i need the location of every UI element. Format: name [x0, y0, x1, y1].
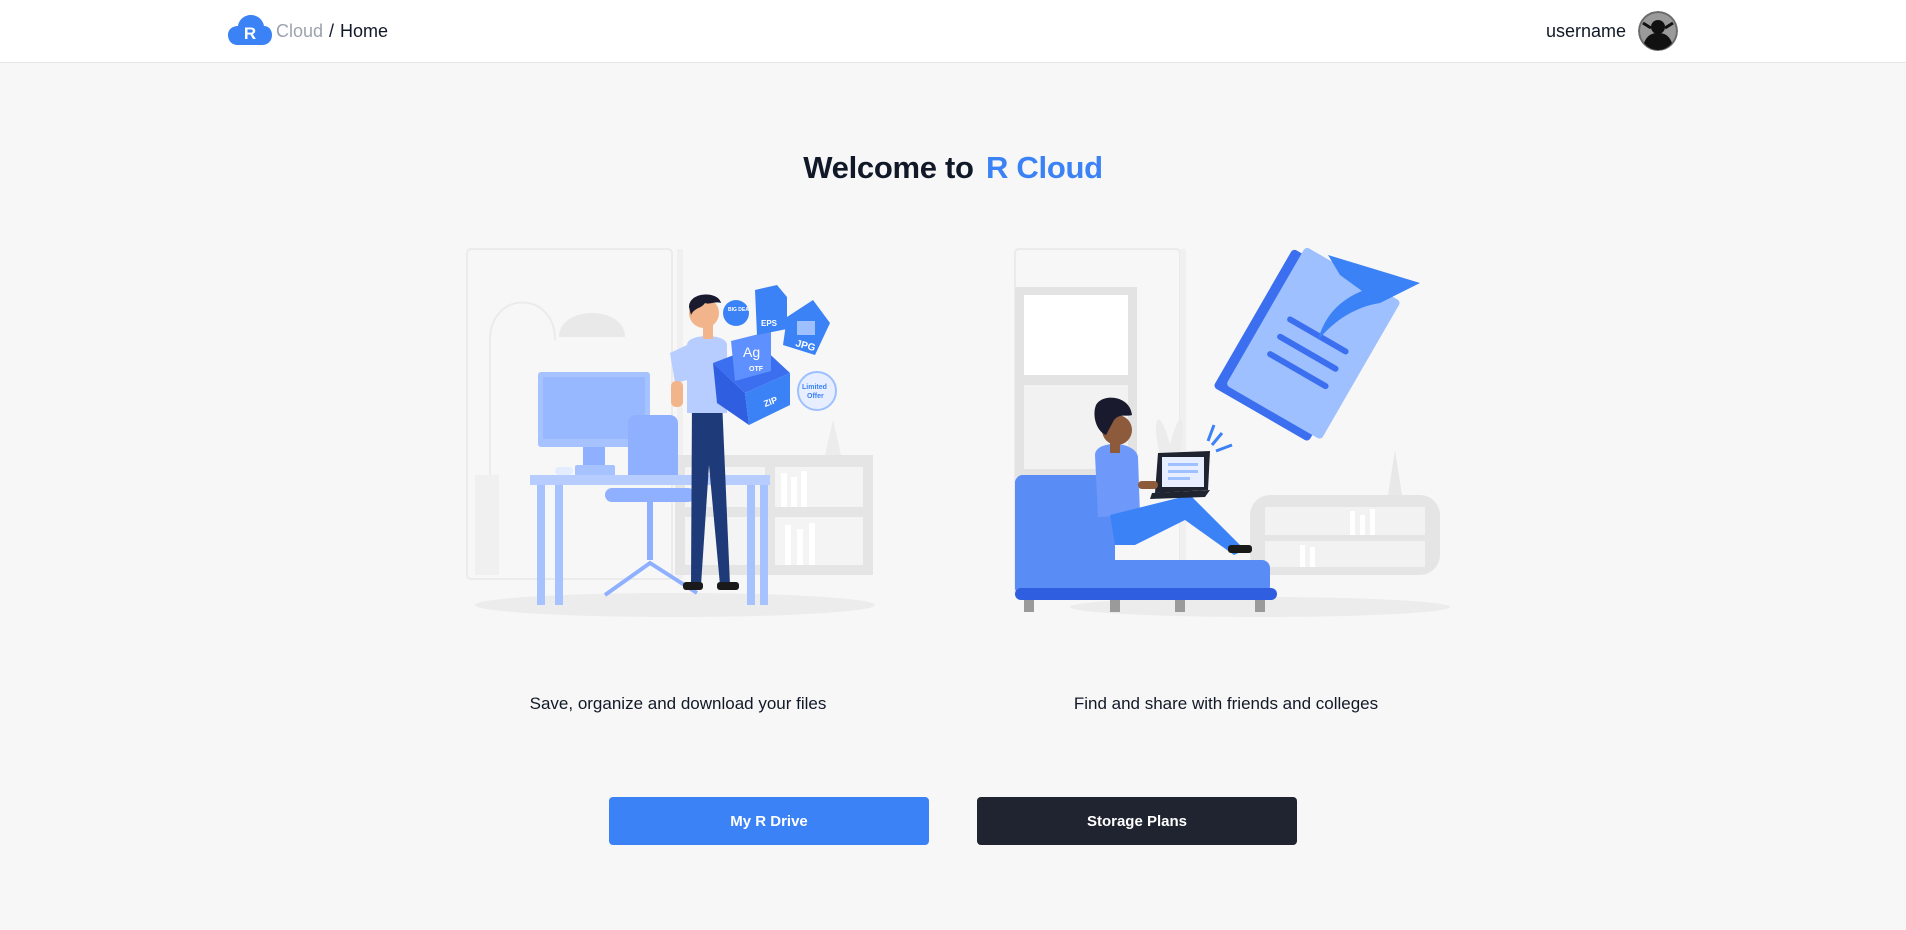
cloud-logo-icon[interactable]: R — [228, 14, 272, 48]
file-eps-label: EPS — [761, 319, 778, 328]
feature-caption-share: Find and share with friends and colleges — [1073, 694, 1379, 713]
breadcrumb-root[interactable]: Cloud — [276, 21, 323, 42]
breadcrumb: Cloud / Home — [276, 21, 388, 42]
title-brand: R Cloud — [986, 150, 1103, 185]
logo-letter: R — [244, 24, 256, 43]
box-ag-label: Ag — [743, 344, 760, 360]
badge-limited: Limited — [802, 384, 827, 391]
username-label[interactable]: username — [1546, 21, 1626, 42]
feature-caption-files: Save, organize and download your files — [529, 694, 827, 713]
brand[interactable]: R Cloud / Home — [228, 14, 388, 48]
woman-with-laptop-sharing-illustration — [1014, 247, 1450, 617]
breadcrumb-separator: / — [329, 20, 335, 41]
box-otf-label: OTF — [749, 366, 764, 373]
my-drive-button[interactable]: My R Drive — [609, 797, 929, 845]
badge-offer: Offer — [807, 393, 824, 400]
storage-plans-button[interactable]: Storage Plans — [977, 797, 1297, 845]
breadcrumb-current: Home — [340, 20, 389, 41]
user-avatar-icon[interactable] — [1638, 11, 1678, 51]
top-navbar: R Cloud / Home username — [0, 0, 1906, 63]
man-holding-box-illustration: Ag OTF ZIP BIG DEAL EPS JPG Limited Offe… — [466, 248, 875, 617]
badge-big-deal: BIG DEAL — [728, 307, 752, 313]
page-title: Welcome to R Cloud — [0, 150, 1906, 186]
title-prefix: Welcome to — [803, 150, 974, 185]
user-menu[interactable]: username — [1546, 11, 1678, 51]
